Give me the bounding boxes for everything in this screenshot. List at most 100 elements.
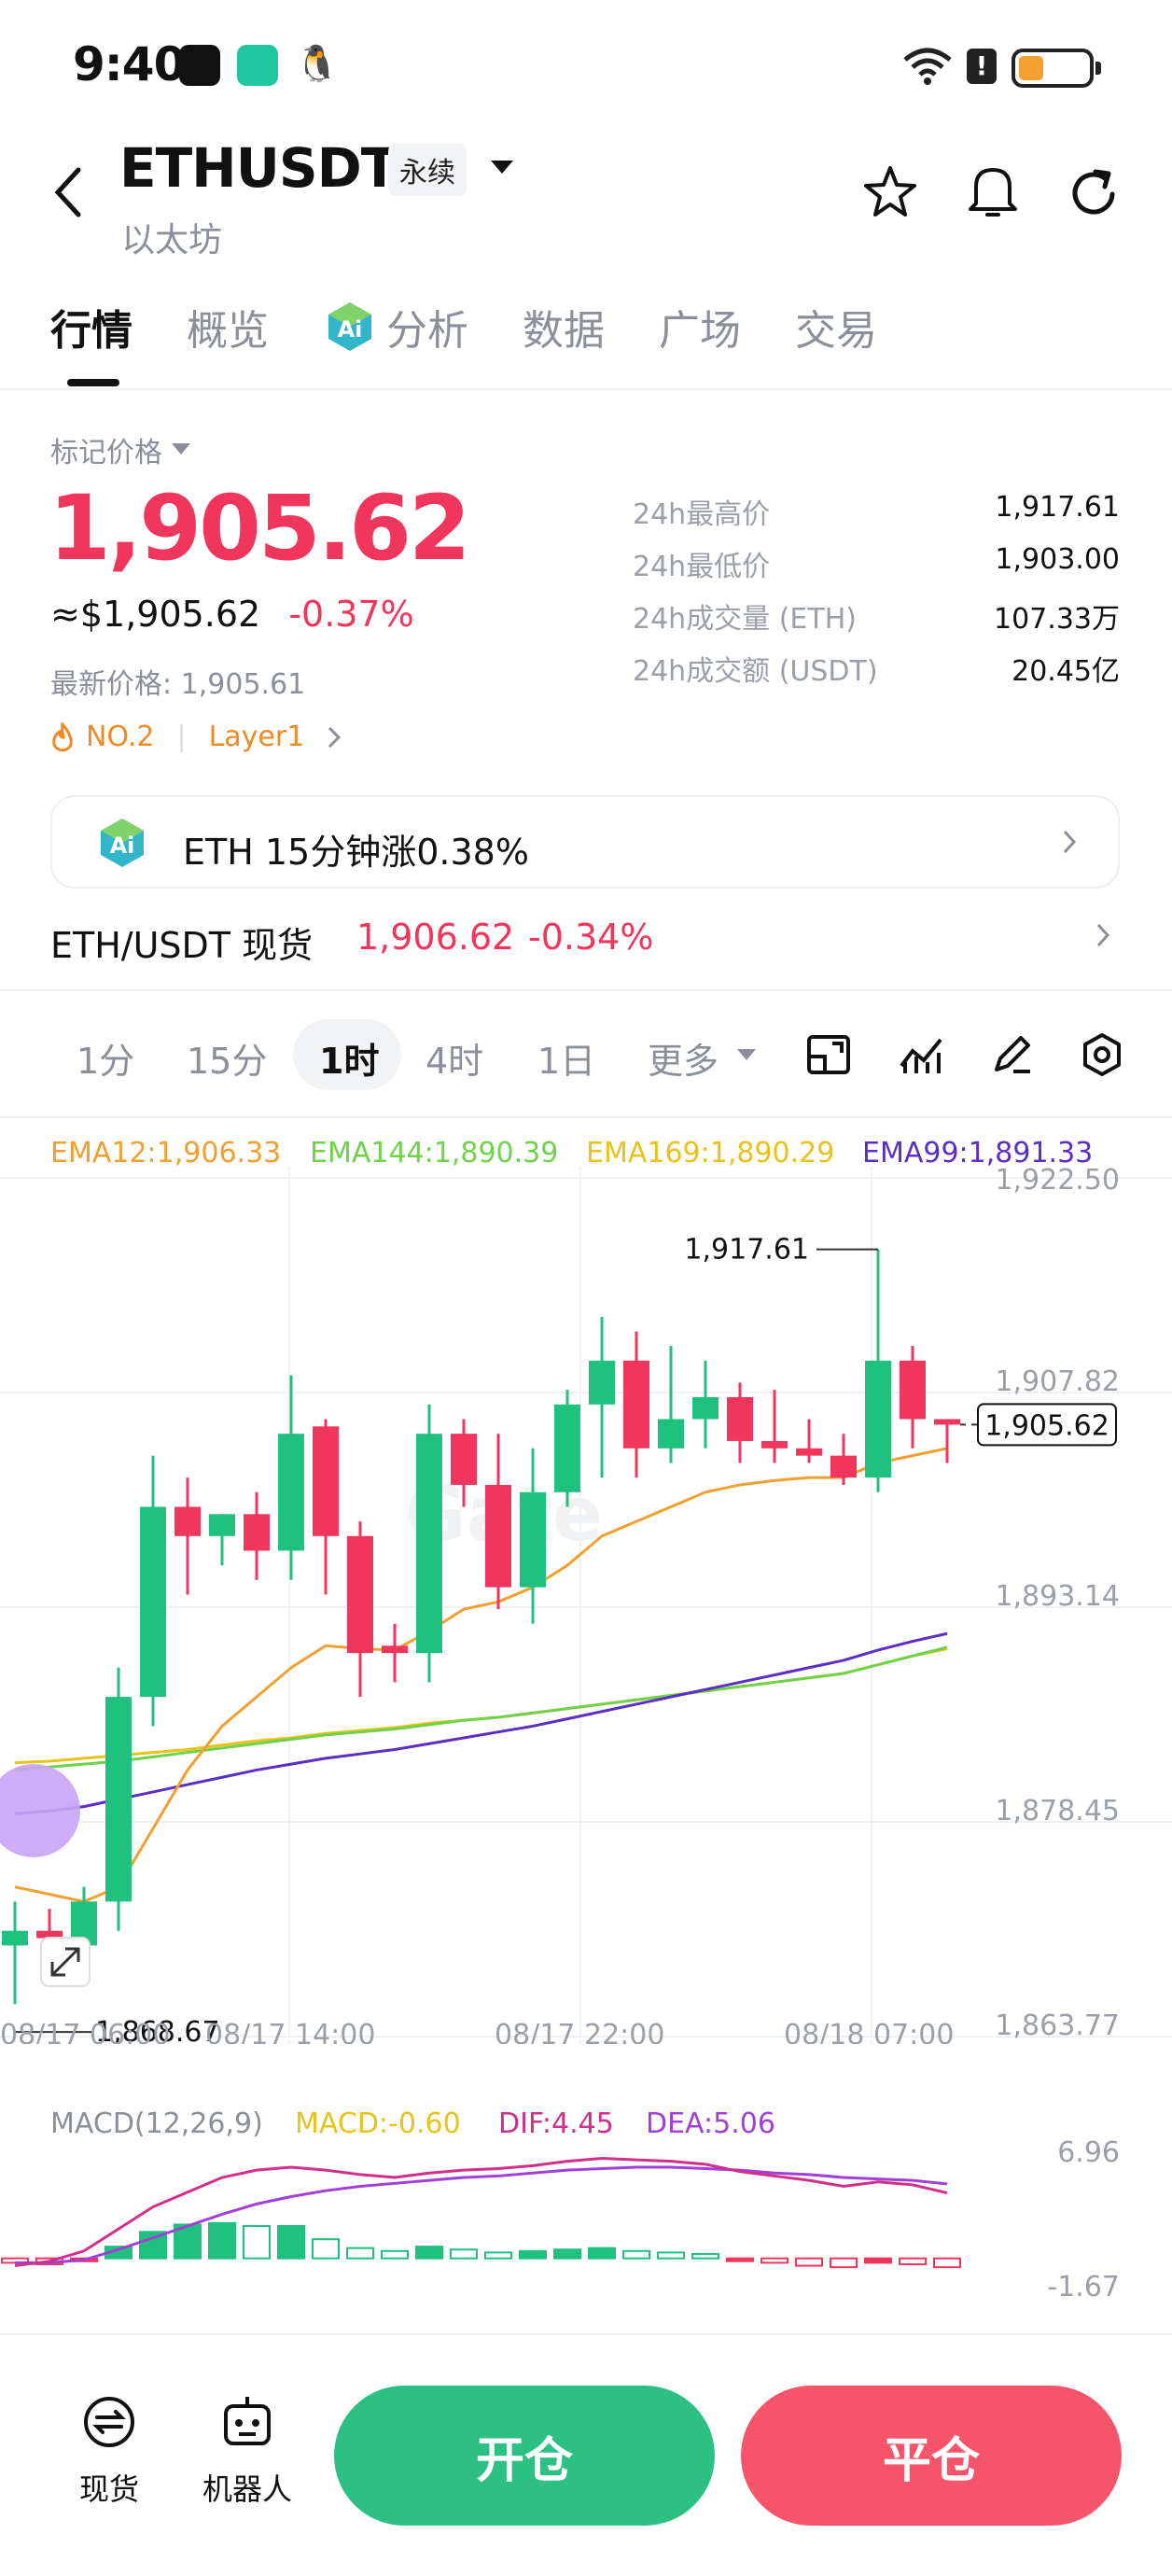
tab-analysis-label: 分析 [386, 307, 468, 355]
spot-nav-button[interactable]: 现货 [67, 2393, 151, 2509]
alert-icon: ! [967, 49, 997, 84]
price-axis-label: 1,863.77 [995, 2009, 1120, 2042]
rank-badge[interactable]: NO.2 | Layer1 [50, 721, 342, 753]
app-icon-2 [237, 45, 278, 86]
robot-icon [224, 2397, 271, 2445]
candle-body [105, 1697, 132, 1902]
spot-label: ETH/USDT 现货 [50, 925, 314, 966]
price-change: -0.37% [288, 594, 414, 635]
bot-nav-button[interactable]: 机器人 [196, 2393, 299, 2509]
tab-trade[interactable]: 交易 [795, 297, 877, 357]
stats-panel: 24h最高价 1,917.61 24h最低价 1,903.00 24h成交量 (… [633, 491, 1120, 700]
tab-square[interactable]: 广场 [659, 297, 741, 357]
tab-overview[interactable]: 概览 [187, 297, 269, 357]
candle-body [658, 1419, 684, 1449]
macd-bar [830, 2257, 858, 2269]
indicator-icon[interactable] [898, 1034, 944, 1075]
bottom-bar: 现货 机器人 开仓 平仓 [0, 2333, 1172, 2576]
draw-icon[interactable] [991, 1032, 1034, 1075]
stat-row: 24h最低价 1,903.00 [633, 543, 1120, 595]
macd-bar [346, 2247, 374, 2260]
macd-bar [208, 2221, 236, 2260]
kline-chart[interactable]: 1,922.50 1,907.82 1,893.14 1,878.45 1,863.77… [0, 1167, 1172, 2044]
divider-top [0, 2333, 1172, 2335]
candle-body [140, 1506, 166, 1698]
candle-body [347, 1535, 373, 1654]
periods-divider [0, 1116, 1172, 1118]
star-icon[interactable] [862, 164, 918, 220]
macd-chart[interactable]: 6.96 -1.67 [0, 2100, 1172, 2333]
tabs-divider [0, 388, 1172, 390]
refresh-icon[interactable] [1067, 166, 1122, 220]
settings-icon[interactable] [1081, 1032, 1123, 1077]
mark-price-label[interactable]: 标记价格 [50, 429, 190, 470]
separator: | [176, 721, 187, 753]
close-position-button[interactable]: 平仓 [741, 2386, 1122, 2526]
stat-value: 20.45亿 [1012, 655, 1120, 688]
stat-row: 24h成交量 (ETH) 107.33万 [633, 595, 1120, 648]
stat-row: 24h成交额 (USDT) 20.45亿 [633, 648, 1120, 700]
open-position-button[interactable]: 开仓 [334, 2386, 715, 2526]
ai-icon: Ai [101, 819, 144, 867]
macd-bar [243, 2225, 271, 2260]
back-icon[interactable] [52, 166, 84, 218]
macd-bar [726, 2257, 754, 2262]
candle-body [416, 1434, 442, 1654]
tab-analysis[interactable]: Ai 分析 [323, 297, 468, 357]
macd-bar [622, 2249, 650, 2260]
exchange-icon [84, 2397, 134, 2447]
candle-body [830, 1455, 857, 1478]
candle-body [313, 1426, 339, 1536]
macd-axis-bottom: -1.67 [1047, 2271, 1120, 2303]
candle-body [623, 1360, 649, 1449]
period-4h[interactable]: 4时 [426, 1032, 483, 1084]
qq-icon: 🐧 [295, 43, 340, 84]
stat-value: 1,917.61 [995, 491, 1120, 524]
price-axis-label: 1,893.14 [995, 1580, 1120, 1613]
candle-body [451, 1434, 477, 1485]
macd-bar [484, 2251, 512, 2260]
stat-label: 24h最低价 [633, 551, 771, 583]
macd-bar [760, 2257, 788, 2264]
macd-bar [864, 2257, 892, 2264]
period-1m[interactable]: 1分 [77, 1032, 134, 1084]
period-more[interactable]: 更多 [648, 1032, 719, 1084]
caret-down-icon [737, 1049, 756, 1060]
stat-label: 24h最高价 [633, 498, 771, 531]
ai-banner[interactable]: Ai ETH 15分钟涨0.38% [50, 795, 1120, 889]
svg-text:Ai: Ai [110, 833, 135, 859]
macd-bar [588, 2247, 616, 2260]
period-1d[interactable]: 1日 [537, 1032, 595, 1084]
tab-market[interactable]: 行情 [50, 297, 133, 357]
macd-bar [381, 2249, 409, 2260]
usd-price: ≈$1,905.62 -0.37% [50, 594, 414, 635]
chevron-right-icon [1063, 830, 1077, 854]
category-text: Layer1 [208, 721, 305, 753]
current-price-label: 1,905.62 [984, 1409, 1109, 1442]
assistant-avatar [0, 1764, 80, 1857]
wifi-icon [903, 48, 952, 85]
spot-divider [0, 989, 1172, 991]
high-annotation: 1,917.61 [684, 1234, 809, 1267]
caret-down-icon [172, 443, 190, 455]
bell-icon[interactable] [967, 162, 1019, 220]
spot-row[interactable]: ETH/USDT 现货 1,906.62 -0.34% [50, 917, 1120, 973]
symbol-title[interactable]: ETHUSDT [119, 136, 398, 200]
mark-price: 1,905.62 [49, 476, 471, 581]
usd-price-value: ≈$1,905.62 [50, 594, 261, 635]
macd-bar [415, 2246, 443, 2260]
period-15m[interactable]: 15分 [187, 1032, 267, 1084]
ai-banner-text: ETH 15分钟涨0.38% [183, 832, 529, 873]
period-1h[interactable]: 1时 [319, 1032, 379, 1084]
macd-bar [450, 2248, 478, 2260]
layout-icon[interactable] [806, 1034, 851, 1075]
status-time: 9:40 [73, 37, 186, 91]
contract-tag[interactable]: 永续 [388, 144, 467, 196]
latest-price: 最新价格: 1,905.61 [50, 668, 306, 701]
stat-value: 107.33万 [994, 603, 1120, 636]
price-axis-label: 1,922.50 [995, 1167, 1120, 1197]
candle-body [485, 1484, 511, 1588]
tab-data[interactable]: 数据 [523, 297, 605, 357]
stat-value: 1,903.00 [995, 543, 1120, 576]
caret-down-icon[interactable] [491, 161, 513, 175]
